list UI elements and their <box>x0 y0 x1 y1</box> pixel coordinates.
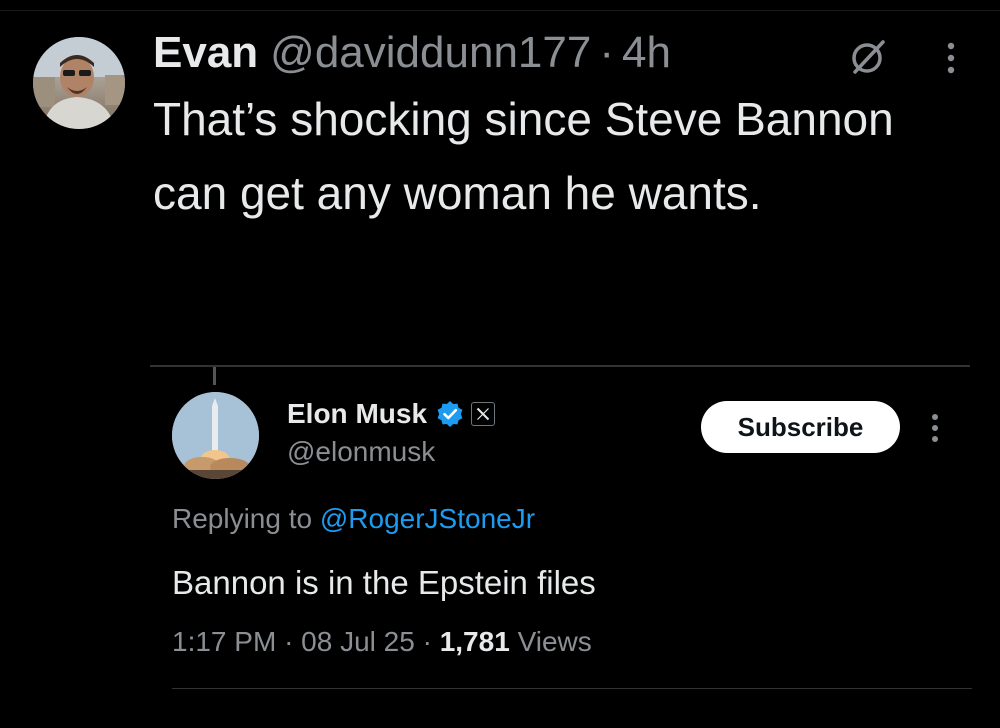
evan-timestamp[interactable]: 4h <box>622 28 671 78</box>
meta-separator-2: · <box>422 626 432 657</box>
thread-line <box>213 367 216 385</box>
x-logo-icon[interactable] <box>471 402 496 426</box>
quote-card-divider <box>150 365 970 367</box>
evan-tweet-header: Evan @daviddunn177 · 4h <box>153 28 671 78</box>
tweet-metadata: 1:17 PM · 08 Jul 25 · 1,781 Views <box>172 626 592 658</box>
verified-badge-icon <box>435 399 465 429</box>
evan-avatar-image <box>33 37 125 129</box>
replying-to-prefix: Replying to <box>172 503 320 534</box>
more-options-icon[interactable] <box>941 38 961 78</box>
header-separator: · <box>599 28 614 77</box>
elon-avatar-image <box>172 392 259 479</box>
subscribe-button[interactable]: Subscribe <box>701 401 900 453</box>
elon-name-row: Elon Musk <box>287 396 496 432</box>
elon-tweet-text: Bannon is in the Epstein files <box>172 564 596 601</box>
meta-separator-1: · <box>284 626 294 657</box>
elon-display-name[interactable]: Elon Musk <box>287 398 427 430</box>
replying-to-line: Replying to @RogerJStoneJr <box>172 503 535 535</box>
evan-avatar[interactable] <box>33 37 125 129</box>
evan-handle[interactable]: @daviddunn177 <box>270 28 591 78</box>
tweet-time[interactable]: 1:17 PM <box>172 626 276 657</box>
tweet-date[interactable]: 08 Jul 25 <box>301 626 415 657</box>
views-count[interactable]: 1,781 <box>440 626 510 657</box>
evan-display-name[interactable]: Evan <box>153 28 258 78</box>
grok-slash-circle-icon[interactable] <box>847 36 889 78</box>
elon-avatar[interactable] <box>172 392 259 479</box>
card-more-options-icon[interactable] <box>925 410 945 446</box>
replying-to-link[interactable]: @RogerJStoneJr <box>320 503 535 534</box>
top-divider <box>0 10 1000 11</box>
bottom-divider <box>172 688 972 689</box>
views-label: Views <box>517 626 592 657</box>
elon-handle[interactable]: @elonmusk <box>287 436 435 468</box>
evan-tweet-text: That’s shocking since Steve Bannon can g… <box>153 93 894 219</box>
